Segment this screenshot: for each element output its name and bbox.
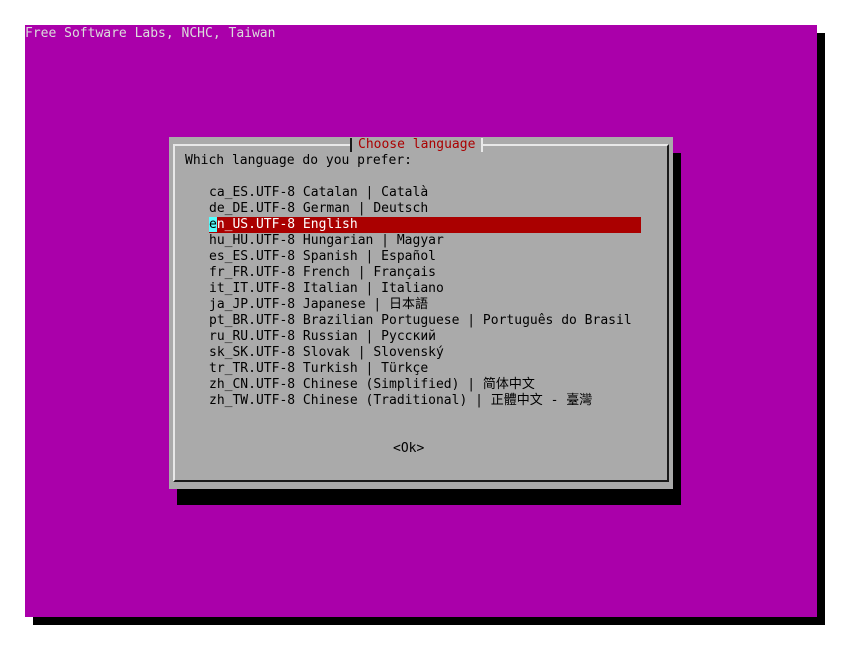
ok-button[interactable]: <Ok> (393, 441, 424, 457)
language-item-en-us[interactable]: en_US.UTF-8 English (209, 217, 641, 233)
language-item-fr-fr[interactable]: fr_FR.UTF-8 French | Français (209, 265, 641, 281)
language-item-de-de[interactable]: de_DE.UTF-8 German | Deutsch (209, 201, 641, 217)
language-item-zh-tw[interactable]: zh_TW.UTF-8 Chinese (Traditional) | 正體中文… (209, 393, 641, 409)
language-item-ca-es[interactable]: ca_ES.UTF-8 Catalan | Català (209, 185, 641, 201)
language-list[interactable]: ca_ES.UTF-8 Catalan | Català de_DE.UTF-8… (209, 185, 641, 409)
language-item-tr-tr[interactable]: tr_TR.UTF-8 Turkish | Türkçe (209, 361, 641, 377)
language-item-ru-ru[interactable]: ru_RU.UTF-8 Russian | Русский (209, 329, 641, 345)
dialog-title: Choose language (350, 137, 484, 153)
language-item-ja-jp[interactable]: ja_JP.UTF-8 Japanese | 日本語 (209, 297, 641, 313)
choose-language-dialog: Choose language Which language do you pr… (169, 137, 673, 489)
language-item-pt-br[interactable]: pt_BR.UTF-8 Brazilian Portuguese | Portu… (209, 313, 641, 329)
backtitle: Free Software Labs, NCHC, Taiwan (25, 26, 276, 41)
dialog-prompt: Which language do you prefer: (185, 153, 412, 168)
language-item-hu-hu[interactable]: hu_HU.UTF-8 Hungarian | Magyar (209, 233, 641, 249)
language-item-en-us-rest: n_US.UTF-8 English (216, 217, 358, 232)
language-item-es-es[interactable]: es_ES.UTF-8 Spanish | Español (209, 249, 641, 265)
language-item-zh-cn[interactable]: zh_CN.UTF-8 Chinese (Simplified) | 简体中文 (209, 377, 641, 393)
terminal-screen: Free Software Labs, NCHC, Taiwan Choose … (25, 25, 817, 617)
language-item-it-it[interactable]: it_IT.UTF-8 Italian | Italiano (209, 281, 641, 297)
language-item-sk-sk[interactable]: sk_SK.UTF-8 Slovak | Slovenský (209, 345, 641, 361)
text-cursor: e (209, 217, 217, 232)
